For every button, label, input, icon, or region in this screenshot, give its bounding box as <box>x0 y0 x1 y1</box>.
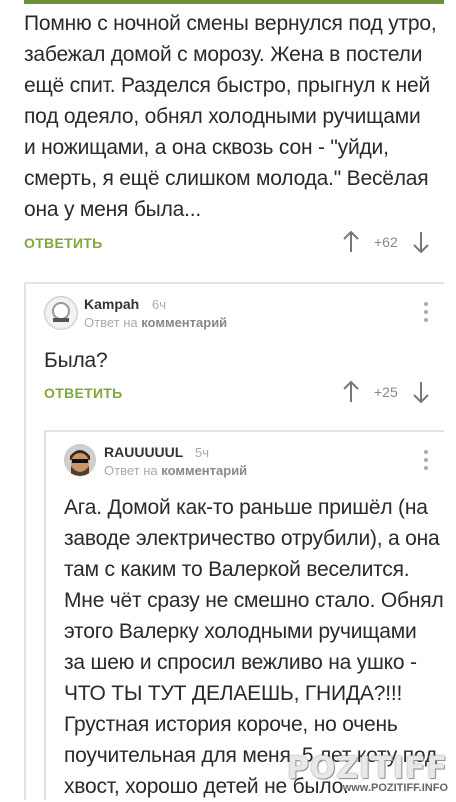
upvote-icon[interactable] <box>342 380 360 404</box>
reply-to-link[interactable]: комментарий <box>161 463 247 478</box>
avatar[interactable] <box>64 444 96 476</box>
timestamp: 5ч <box>195 445 210 460</box>
username[interactable]: RAUUUUUL <box>104 444 183 460</box>
vote-block: +25 <box>342 380 430 404</box>
thread-line <box>24 282 26 800</box>
more-menu-icon[interactable] <box>424 450 430 470</box>
username[interactable]: Kampah <box>84 296 139 312</box>
vote-count: +25 <box>374 384 398 400</box>
thread-line <box>44 430 46 800</box>
downvote-icon[interactable] <box>412 230 430 254</box>
avatar-image <box>64 444 96 476</box>
timestamp: 6ч <box>152 297 167 312</box>
vote-count: +62 <box>374 234 398 250</box>
top-accent-bar <box>24 0 444 4</box>
avatar[interactable] <box>44 296 78 330</box>
comment-1-text: Помню с ночной смены вернулся под утро, … <box>24 12 437 221</box>
reply-to-prefix: Ответ на <box>104 463 158 478</box>
reply-to-line: Ответ на комментарий <box>84 315 227 330</box>
vote-block: +62 <box>342 230 430 254</box>
thread-divider <box>24 282 444 284</box>
avatar-image <box>46 298 76 328</box>
upvote-icon[interactable] <box>342 230 360 254</box>
reply-button[interactable]: ОТВЕТИТЬ <box>24 235 103 251</box>
more-menu-icon[interactable] <box>424 302 430 322</box>
reply-to-line: Ответ на комментарий <box>104 463 247 478</box>
reply-to-prefix: Ответ на <box>84 315 138 330</box>
watermark-logo: POZITIFF <box>286 751 448 786</box>
reply-to-link[interactable]: комментарий <box>141 315 227 330</box>
thread-divider <box>44 430 444 432</box>
reply-button[interactable]: ОТВЕТИТЬ <box>44 385 123 401</box>
watermark: POZITIFF www.POZITIFF.INFO <box>287 751 448 794</box>
comment-2-text: Была? <box>44 349 108 372</box>
downvote-icon[interactable] <box>412 380 430 404</box>
